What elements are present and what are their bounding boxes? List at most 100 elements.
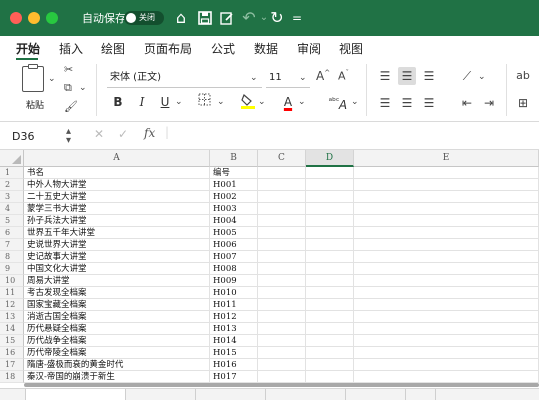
row-number[interactable]: 15 <box>0 335 24 347</box>
cell-a[interactable]: 中外人物大讲堂 <box>24 179 210 191</box>
align-left-icon[interactable]: ☰ <box>376 94 394 112</box>
cell-e[interactable] <box>354 299 539 311</box>
cell-a[interactable]: 隋唐-盛极而衰的黄金时代 <box>24 359 210 371</box>
paste-dropdown-icon[interactable]: ⌄ <box>48 74 56 84</box>
underline-button[interactable]: U <box>157 93 173 111</box>
row-number[interactable]: 16 <box>0 347 24 359</box>
cut-icon[interactable]: ✂ <box>64 63 73 76</box>
cell-c[interactable] <box>258 347 306 359</box>
cell-b[interactable]: H003 <box>210 203 258 215</box>
cell-c[interactable] <box>258 311 306 323</box>
column-header-b[interactable]: B <box>210 150 258 167</box>
orientation-icon[interactable]: ⟋ <box>458 67 476 85</box>
tab-draw[interactable]: 绘图 <box>101 40 125 57</box>
sheet-tab[interactable] <box>126 389 196 400</box>
cell-d[interactable] <box>306 179 354 191</box>
row-number[interactable]: 3 <box>0 191 24 203</box>
cell-d[interactable] <box>306 323 354 335</box>
cell-a[interactable]: 史记故事大讲堂 <box>24 251 210 263</box>
row-number[interactable]: 5 <box>0 215 24 227</box>
row-number[interactable]: 4 <box>0 203 24 215</box>
cell-d[interactable] <box>306 287 354 299</box>
cell-b[interactable]: H009 <box>210 275 258 287</box>
window-close-button[interactable] <box>10 12 22 24</box>
tab-home[interactable]: 开始 <box>16 40 40 57</box>
cell-a[interactable]: 考古发现全档案 <box>24 287 210 299</box>
scrollbar-thumb[interactable] <box>24 383 539 387</box>
cell-a[interactable]: 蒙学三书大讲堂 <box>24 203 210 215</box>
grow-font-button[interactable]: A^ <box>316 69 330 83</box>
sheet-nav-prev[interactable] <box>0 389 26 400</box>
cell-c[interactable] <box>258 335 306 347</box>
cell-d[interactable] <box>306 275 354 287</box>
cell-a[interactable]: 孙子兵法大讲堂 <box>24 215 210 227</box>
home-icon[interactable]: ⌂ <box>172 6 190 30</box>
column-header-d[interactable]: D <box>306 150 354 167</box>
cell-b[interactable]: 编号 <box>210 167 258 179</box>
row-number[interactable]: 18 <box>0 371 24 383</box>
customize-toolbar-icon[interactable]: = <box>288 6 306 30</box>
font-name-select[interactable]: 宋体 (正文) <box>107 68 262 88</box>
row-number[interactable]: 6 <box>0 227 24 239</box>
cell-c[interactable] <box>258 299 306 311</box>
cell-c[interactable] <box>258 227 306 239</box>
cell-c[interactable] <box>258 359 306 371</box>
cell-c[interactable] <box>258 215 306 227</box>
cell-d[interactable] <box>306 215 354 227</box>
row-number[interactable]: 8 <box>0 251 24 263</box>
row-number[interactable]: 11 <box>0 287 24 299</box>
row-number[interactable]: 13 <box>0 311 24 323</box>
row-number[interactable]: 17 <box>0 359 24 371</box>
cell-d[interactable] <box>306 335 354 347</box>
cell-a[interactable]: 二十五史大讲堂 <box>24 191 210 203</box>
cell-d[interactable] <box>306 371 354 383</box>
row-number[interactable]: 12 <box>0 299 24 311</box>
cell-c[interactable] <box>258 263 306 275</box>
cell-b[interactable]: H007 <box>210 251 258 263</box>
font-color-dropdown-icon[interactable]: ⌄ <box>298 97 306 107</box>
edit-icon[interactable] <box>218 6 236 32</box>
copy-dropdown-icon[interactable]: ⌄ <box>79 83 87 93</box>
row-number[interactable]: 1 <box>0 167 24 179</box>
cell-d[interactable] <box>306 311 354 323</box>
cell-b[interactable]: H004 <box>210 215 258 227</box>
align-middle-icon[interactable]: ☰ <box>398 67 416 85</box>
cell-a[interactable]: 秦汉-帝国的崩溃于新生 <box>24 371 210 383</box>
cell-a[interactable]: 历代悬疑全档案 <box>24 323 210 335</box>
redo-icon[interactable]: ↻ <box>268 6 286 30</box>
merge-cells-icon[interactable]: ⊞ <box>514 94 532 112</box>
cell-e[interactable] <box>354 275 539 287</box>
cell-d[interactable] <box>306 359 354 371</box>
select-all-corner[interactable] <box>0 150 24 167</box>
decrease-indent-icon[interactable]: ⇤ <box>458 94 476 112</box>
cell-e[interactable] <box>354 359 539 371</box>
borders-button[interactable] <box>196 93 212 111</box>
cell-d[interactable] <box>306 299 354 311</box>
cell-e[interactable] <box>354 179 539 191</box>
align-center-icon[interactable]: ☰ <box>398 94 416 112</box>
cell-e[interactable] <box>354 227 539 239</box>
italic-button[interactable]: I <box>134 93 150 111</box>
window-maximize-button[interactable] <box>46 12 58 24</box>
cell-b[interactable]: H011 <box>210 299 258 311</box>
row-number[interactable]: 9 <box>0 263 24 275</box>
save-icon[interactable] <box>196 6 214 32</box>
tab-review[interactable]: 审阅 <box>297 40 321 57</box>
cell-c[interactable] <box>258 323 306 335</box>
cell-b[interactable]: H001 <box>210 179 258 191</box>
autosave-toggle[interactable]: 关闭 <box>124 11 164 25</box>
fill-color-button[interactable] <box>240 93 256 114</box>
cell-d[interactable] <box>306 239 354 251</box>
cell-c[interactable] <box>258 287 306 299</box>
align-bottom-icon[interactable]: ☰ <box>420 67 438 85</box>
paste-icon[interactable] <box>22 64 44 92</box>
sheet-tab[interactable] <box>266 389 346 400</box>
font-color-button[interactable]: A <box>280 93 296 111</box>
cell-c[interactable] <box>258 179 306 191</box>
insert-function-icon[interactable]: fx <box>144 126 155 140</box>
cell-e[interactable] <box>354 287 539 299</box>
cell-d[interactable] <box>306 167 354 179</box>
cancel-icon[interactable]: ✕ <box>94 127 104 141</box>
cell-a[interactable]: 世界五千年大讲堂 <box>24 227 210 239</box>
cell-a[interactable]: 周易大讲堂 <box>24 275 210 287</box>
